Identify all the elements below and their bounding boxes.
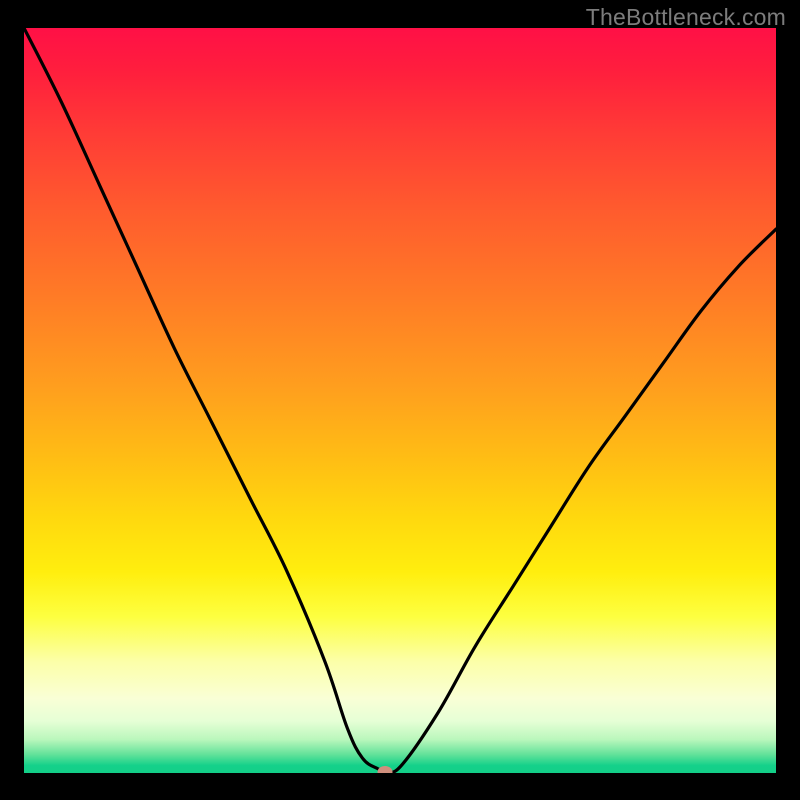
plot-area (24, 28, 776, 773)
watermark-text: TheBottleneck.com (586, 4, 786, 31)
chart-frame: TheBottleneck.com (0, 0, 800, 800)
optimal-point-marker (377, 766, 392, 774)
curve-path (24, 28, 776, 772)
bottleneck-curve (24, 28, 776, 773)
